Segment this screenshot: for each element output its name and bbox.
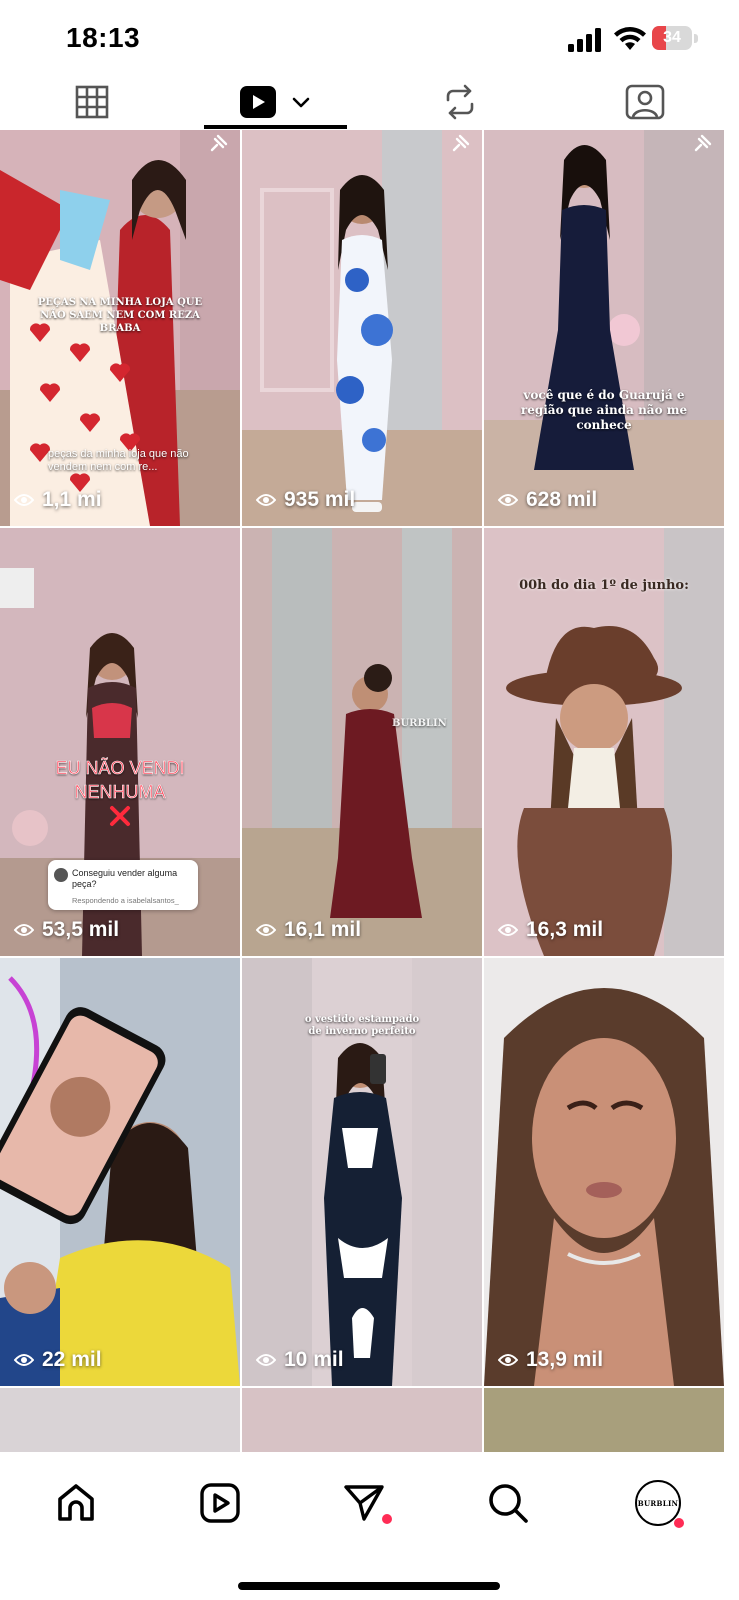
battery-level: 34 (663, 29, 681, 46)
reels-icon (240, 86, 276, 118)
nav-home[interactable] (46, 1480, 106, 1526)
bottom-nav: BURBLIN (0, 1452, 739, 1600)
view-count: 16,1 mil (256, 918, 361, 942)
reel-thumbnail (242, 130, 482, 526)
reel-thumbnail (0, 958, 240, 1386)
eye-icon (256, 1354, 276, 1366)
view-count: 10 mil (256, 1348, 344, 1372)
reel-thumbnail (484, 958, 724, 1386)
reel-caption: você que é do Guarujá e região que ainda… (520, 388, 688, 432)
nav-reels[interactable] (190, 1480, 250, 1526)
pin-icon (694, 134, 712, 152)
eye-icon (14, 1354, 34, 1366)
reel-tile[interactable]: 13,9 mil (484, 958, 724, 1386)
reel-caption: o vestido estampado de inverno perfeito (304, 1014, 420, 1037)
tab-reels[interactable] (215, 74, 335, 130)
reels-icon (200, 1483, 240, 1523)
search-icon (489, 1484, 528, 1523)
view-count-value: 13,9 mil (526, 1348, 604, 1371)
reel-tile[interactable]: 935 mil (242, 130, 482, 526)
reel-tile[interactable] (0, 1388, 240, 1452)
view-count: 628 mil (498, 488, 597, 512)
view-count: 935 mil (256, 488, 355, 512)
chevron-down-icon (292, 97, 310, 108)
reel-caption: 00h do dia 1º de junho: (519, 578, 689, 593)
notification-dot (382, 1514, 392, 1524)
tagged-icon (625, 84, 665, 120)
view-count-value: 628 mil (526, 488, 598, 511)
tab-reposts[interactable] (400, 74, 520, 130)
view-count: 53,5 mil (14, 918, 119, 942)
view-count-value: 22 mil (42, 1348, 102, 1371)
eye-icon (498, 1354, 518, 1366)
tab-tagged[interactable] (585, 74, 705, 130)
view-count-value: 53,5 mil (42, 918, 120, 941)
view-count-value: 16,1 mil (284, 918, 362, 941)
battery-indicator: 34 (652, 26, 700, 52)
eye-icon (498, 924, 518, 936)
reel-tile[interactable] (484, 1388, 724, 1452)
view-count: 22 mil (14, 1348, 102, 1372)
avatar (54, 868, 68, 882)
eye-icon (498, 494, 518, 506)
nav-direct[interactable] (334, 1480, 394, 1526)
view-count: 16,3 mil (498, 918, 603, 942)
reel-tile[interactable]: o vestido estampado de inverno perfeito … (242, 958, 482, 1386)
pin-icon (452, 134, 470, 152)
reel-tile[interactable]: EU NÃO VENDI NENHUMA Conseguiu vender al… (0, 528, 240, 956)
reply-target: Respondendo a isabelalsantos_ (72, 896, 179, 905)
send-icon (344, 1485, 384, 1521)
reply-sticker: Conseguiu vender alguma peça? Respondend… (48, 860, 198, 910)
reel-subtitle: peças da minha loja que não vendem nem c… (48, 448, 189, 473)
eye-icon (14, 494, 34, 506)
status-bar: 18:13 34 (0, 0, 739, 74)
eye-icon (256, 494, 276, 506)
eye-icon (14, 924, 34, 936)
watermark: BURBLIN (392, 718, 447, 729)
tab-grid[interactable] (32, 74, 152, 130)
view-count-value: 935 mil (284, 488, 356, 511)
repost-icon (446, 84, 474, 120)
profile-avatar-label: BURBLIN (637, 1498, 679, 1508)
notification-dot (674, 1518, 684, 1528)
cross-mark-icon (110, 806, 130, 826)
reply-question: Conseguiu vender alguma peça? (72, 868, 178, 889)
pin-icon (210, 134, 228, 152)
nav-profile[interactable]: BURBLIN (632, 1480, 684, 1528)
reel-caption: EU NÃO VENDI NENHUMA (55, 758, 185, 803)
reel-tile[interactable] (242, 1388, 482, 1452)
reel-thumbnail (484, 130, 724, 526)
status-time: 18:13 (66, 22, 141, 53)
home-indicator (238, 1582, 500, 1590)
reel-thumbnail (242, 528, 482, 956)
nav-search[interactable] (478, 1480, 538, 1526)
profile-tabs (0, 74, 739, 130)
reel-caption: PEÇAS NA MINHA LOJA QUE NÃO SAEM NEM COM… (37, 297, 203, 334)
reel-tile[interactable]: você que é do Guarujá e região que ainda… (484, 130, 724, 526)
view-count: 13,9 mil (498, 1348, 603, 1372)
reel-tile[interactable]: BURBLIN 16,1 mil (242, 528, 482, 956)
reel-tile[interactable]: PEÇAS NA MINHA LOJA QUE NÃO SAEM NEM COM… (0, 130, 240, 526)
reel-tile[interactable]: 22 mil (0, 958, 240, 1386)
active-tab-indicator (204, 125, 347, 129)
cellular-signal-icon (568, 28, 601, 52)
home-icon (58, 1484, 94, 1521)
view-count-value: 10 mil (284, 1348, 344, 1371)
view-count-value: 16,3 mil (526, 918, 604, 941)
view-count: 1,1 mi (14, 488, 102, 512)
view-count-value: 1,1 mi (42, 488, 102, 511)
reels-grid: PEÇAS NA MINHA LOJA QUE NÃO SAEM NEM COM… (0, 130, 739, 1452)
reel-tile[interactable]: 00h do dia 1º de junho: 16,3 mil (484, 528, 724, 956)
wifi-icon (614, 27, 646, 50)
grid-icon (75, 85, 109, 119)
eye-icon (256, 924, 276, 936)
